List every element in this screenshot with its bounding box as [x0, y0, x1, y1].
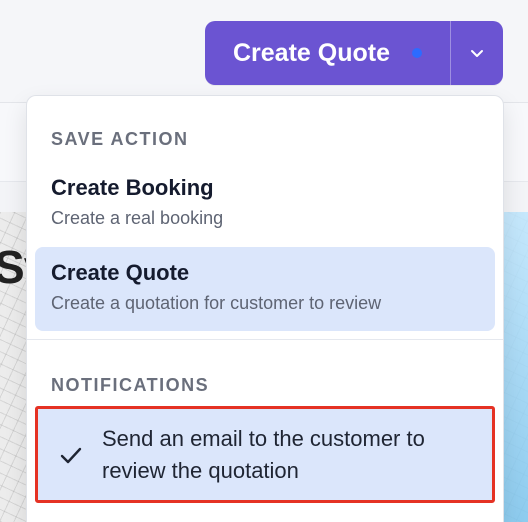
send-email-notification-toggle[interactable]: Send an email to the customer to review … [35, 406, 495, 503]
create-quote-option[interactable]: Create Quote Create a quotation for cust… [35, 247, 495, 331]
send-email-notification-label: Send an email to the customer to review … [102, 425, 425, 483]
save-action-dropdown-toggle[interactable] [450, 21, 503, 85]
page: Sy M1 Create Quote SAVE ACTION Create Bo… [0, 0, 528, 522]
create-quote-button-label: Create Quote [233, 38, 390, 67]
create-quote-option-title: Create Quote [51, 260, 190, 285]
create-booking-option[interactable]: Create Booking Create a real booking [35, 162, 495, 246]
create-booking-option-title: Create Booking [51, 175, 214, 200]
create-quote-option-description: Create a quotation for customer to revie… [51, 292, 382, 313]
save-action-dropdown: SAVE ACTION Create Booking Create a real… [26, 95, 504, 522]
status-dot [411, 48, 422, 58]
create-booking-option-description: Create a real booking [51, 207, 224, 228]
create-quote-split-button: Create Quote [205, 21, 503, 85]
dropdown-divider [27, 339, 503, 340]
create-quote-button[interactable]: Create Quote [205, 21, 450, 85]
save-action-heading: SAVE ACTION [51, 129, 189, 149]
chevron-down-icon [471, 50, 483, 57]
check-icon [58, 442, 84, 468]
notifications-heading: NOTIFICATIONS [51, 375, 210, 395]
